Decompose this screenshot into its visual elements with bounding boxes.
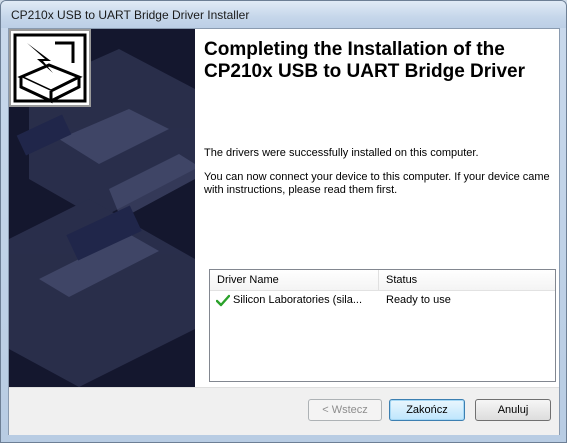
driver-row[interactable]: Silicon Laboratories (sila... Ready to u… [210,292,555,310]
wizard-client-area: Completing the Installation of the CP210… [8,28,560,435]
finish-button[interactable]: Zakończ [389,399,465,421]
cancel-button[interactable]: Anuluj [475,399,551,421]
wizard-button-bar: < Wstecz Zakończ Anuluj [9,387,559,435]
success-message: The drivers were successfully installed … [204,147,479,159]
wizard-side-banner [9,29,195,387]
column-header-driver-name[interactable]: Driver Name [217,274,279,286]
back-button[interactable]: < Wstecz [308,399,382,421]
page-heading: Completing the Installation of the CP210… [204,39,525,82]
window-title: CP210x USB to UART Bridge Driver Install… [11,8,250,22]
driver-name-cell: Silicon Laboratories (sila... [233,294,363,306]
driver-list-header: Driver Name Status [210,270,555,291]
green-check-icon [216,294,230,307]
driver-status-cell: Ready to use [386,294,451,306]
installer-window: CP210x USB to UART Bridge Driver Install… [0,0,567,443]
wizard-content: Completing the Installation of the CP210… [204,29,556,387]
driver-list[interactable]: Driver Name Status Silicon Laboratories … [209,269,556,382]
column-divider[interactable] [378,270,379,290]
installer-box-icon [9,29,91,107]
title-bar[interactable]: CP210x USB to UART Bridge Driver Install… [1,1,566,28]
column-header-status[interactable]: Status [386,274,417,286]
instructions-message: You can now connect your device to this … [204,171,550,196]
